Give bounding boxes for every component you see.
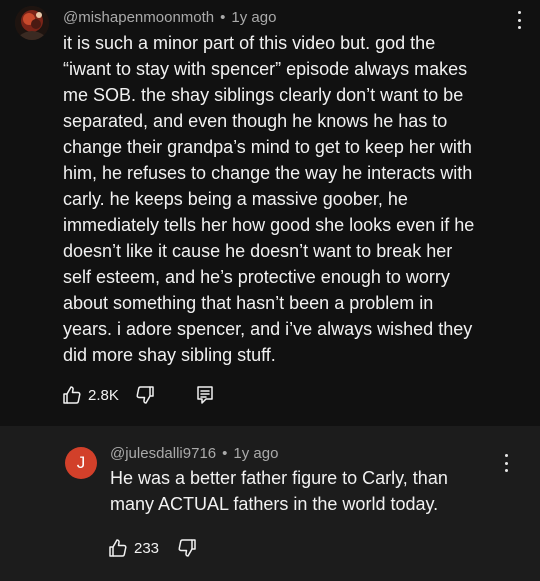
meta-separator: • [222, 445, 228, 462]
comment-meta: @mishapenmoonmoth • 1y ago [63, 9, 276, 26]
like-count: 2.8K [88, 386, 119, 404]
comment-actions: 2.8K [62, 385, 214, 405]
thumbs-down-icon[interactable] [135, 385, 155, 405]
thumbs-up-icon[interactable] [62, 385, 82, 405]
comment-text: He was a better father figure to Carly, … [110, 468, 448, 514]
kebab-menu-icon[interactable] [513, 11, 525, 29]
like-count: 233 [134, 539, 160, 557]
comment-age[interactable]: 1y ago [231, 9, 276, 26]
comment-text: it is such a minor part of this video bu… [63, 33, 475, 365]
thumbs-up-icon[interactable] [108, 538, 128, 558]
comment-meta: @julesdalli9716 • 1y ago [110, 445, 278, 462]
comment-reply-icon[interactable] [196, 385, 214, 405]
meta-separator: • [220, 9, 226, 26]
comment-author[interactable]: @mishapenmoonmoth [63, 9, 214, 26]
comment-reply: J @julesdalli9716 • 1y ago He was a better… [0, 426, 540, 581]
avatar[interactable]: J [65, 447, 97, 479]
comment-author[interactable]: @julesdalli9716 [110, 445, 216, 462]
thumbs-down-icon[interactable] [177, 538, 197, 558]
comment-age[interactable]: 1y ago [233, 445, 278, 462]
comment-main: @mishapenmoonmoth • 1y ago it is such a mi… [0, 0, 540, 426]
avatar[interactable] [15, 6, 49, 40]
comment-actions: 233 [108, 538, 197, 558]
